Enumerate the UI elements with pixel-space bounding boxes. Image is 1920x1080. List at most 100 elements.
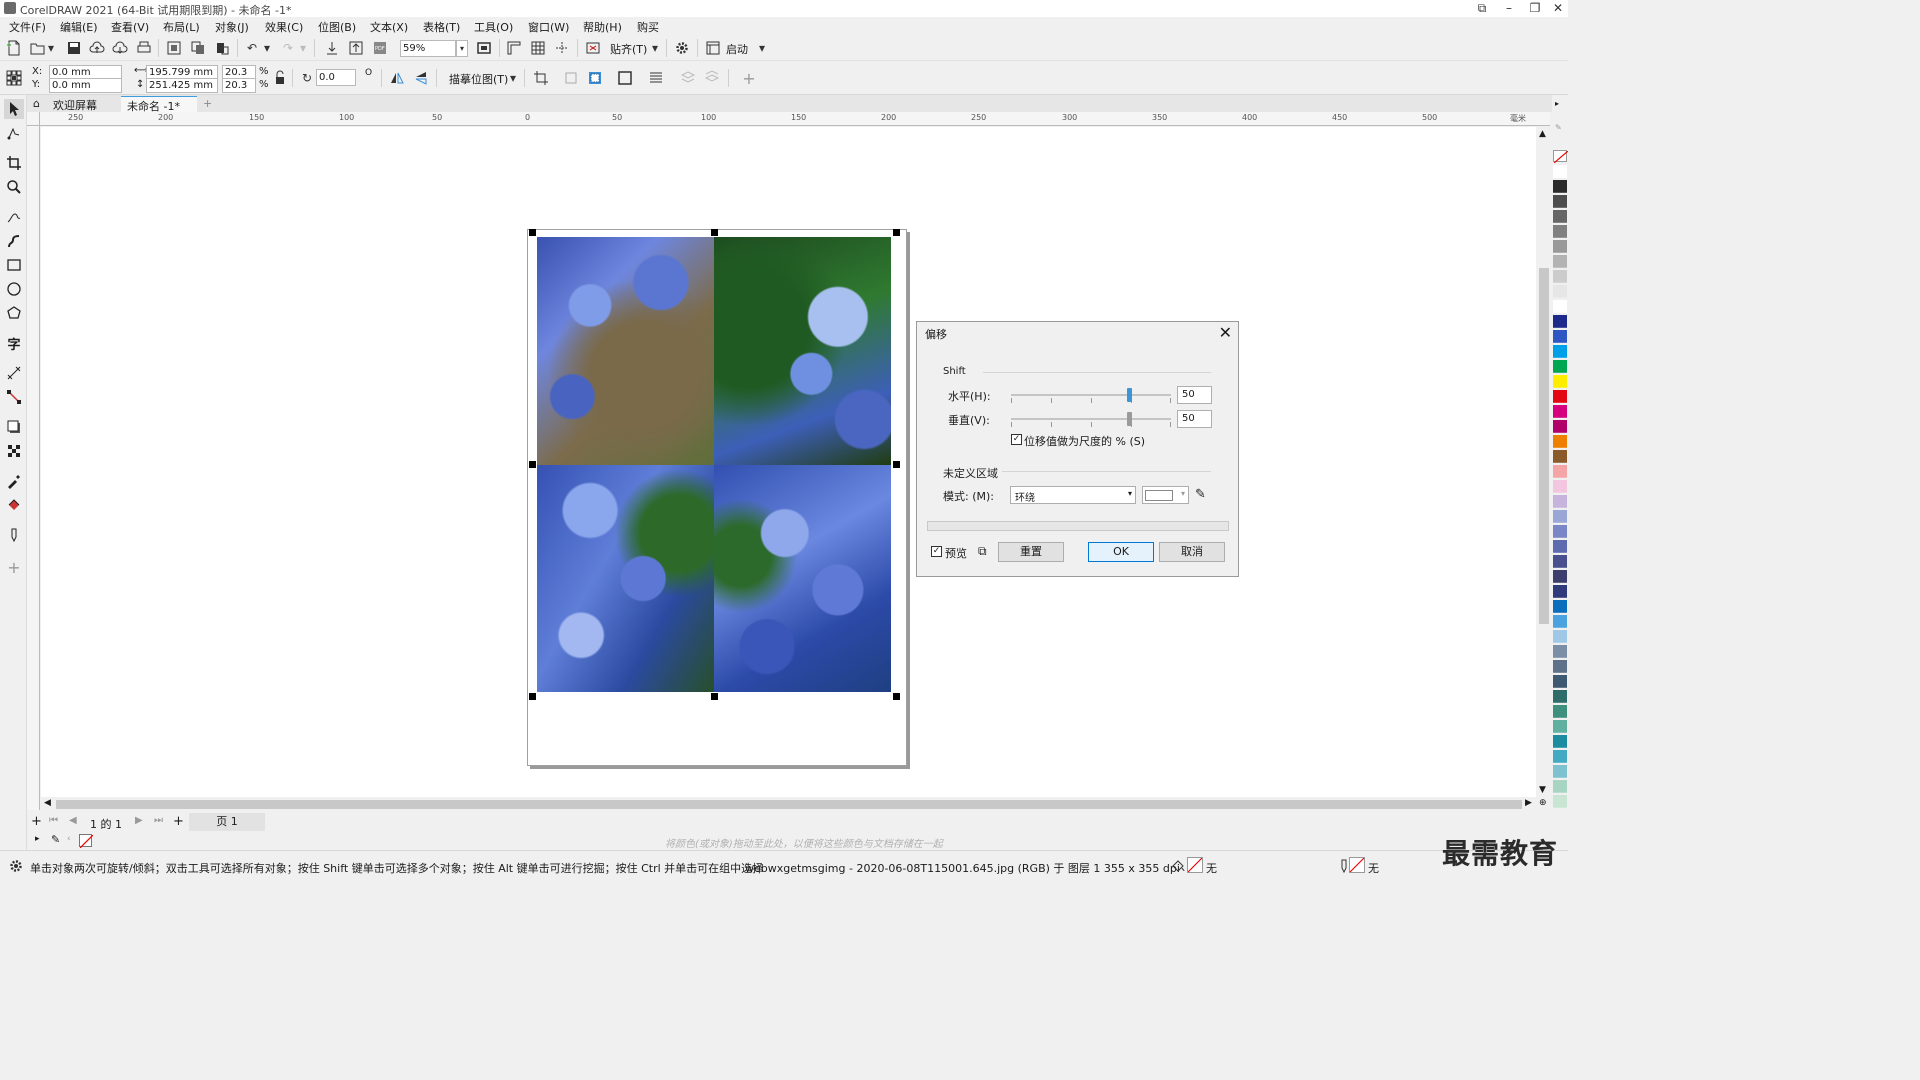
y-position-input[interactable]: 0.0 mm <box>49 78 122 93</box>
previous-page-icon[interactable]: ◀ <box>69 815 77 826</box>
palette-swatch[interactable] <box>1553 765 1567 778</box>
publish-pdf-icon[interactable]: PDF <box>370 38 390 58</box>
doc-palette-expand-icon[interactable]: ▸ <box>35 834 40 844</box>
ellipse-tool-icon[interactable] <box>4 279 24 299</box>
home-icon[interactable]: ⌂ <box>27 96 46 112</box>
tab-welcome-screen[interactable]: 欢迎屏幕 <box>47 96 103 112</box>
scroll-down-icon[interactable]: ▼ <box>1539 785 1546 795</box>
new-document-icon[interactable] <box>4 38 24 58</box>
artistic-media-icon[interactable] <box>4 231 24 251</box>
to-front-icon[interactable] <box>678 68 698 88</box>
text-tool-icon[interactable]: 字 <box>4 333 24 353</box>
palette-swatch[interactable] <box>1553 225 1567 238</box>
rotation-angle-input[interactable]: 0.0 <box>316 69 356 86</box>
vertical-slider-thumb[interactable] <box>1127 412 1132 426</box>
menu-window[interactable]: 窗口(W) <box>528 19 569 35</box>
hydrangea-bitmap[interactable] <box>537 237 891 692</box>
tab-untitled-document[interactable]: 未命名 -1* <box>121 96 197 113</box>
palette-swatch[interactable] <box>1553 795 1567 808</box>
palette-swatch[interactable] <box>1553 345 1567 358</box>
rectangle-tool-icon[interactable] <box>4 255 24 275</box>
to-back-icon[interactable] <box>702 68 722 88</box>
freehand-tool-icon[interactable] <box>4 207 24 227</box>
scroll-up-icon[interactable]: ▲ <box>1539 129 1546 139</box>
palette-swatch[interactable] <box>1553 780 1567 793</box>
copy-icon[interactable] <box>188 38 208 58</box>
ok-button[interactable]: OK <box>1088 542 1154 562</box>
height-input[interactable]: 251.425 mm <box>146 78 218 93</box>
fill-bucket-icon[interactable] <box>1170 858 1186 877</box>
smart-fill-icon[interactable] <box>4 525 24 545</box>
vertical-slider[interactable] <box>1011 418 1171 420</box>
add-page-after-icon[interactable]: + <box>173 814 184 829</box>
doc-palette-back-icon[interactable]: ‹ <box>67 834 71 844</box>
scale-y-input[interactable]: 20.3 <box>222 78 256 93</box>
reset-button[interactable]: 重置 <box>998 542 1064 562</box>
crop-tool-icon[interactable] <box>4 153 24 173</box>
palette-swatch[interactable] <box>1553 285 1567 298</box>
palette-swatch[interactable] <box>1553 735 1567 748</box>
help-icon[interactable]: ⧉ <box>1469 0 1495 17</box>
selection-handle-bottom[interactable] <box>711 693 718 700</box>
redo-icon[interactable]: ↷ <box>278 38 298 58</box>
status-settings-gear-icon[interactable] <box>8 858 24 877</box>
show-grid-icon[interactable] <box>528 38 548 58</box>
horizontal-slider[interactable] <box>1011 394 1171 396</box>
palette-swatch[interactable] <box>1553 420 1567 433</box>
selection-handle-top[interactable] <box>711 229 718 236</box>
palette-swatch[interactable] <box>1553 180 1567 193</box>
polygon-tool-icon[interactable] <box>4 303 24 323</box>
cancel-button[interactable]: 取消 <box>1159 542 1225 562</box>
menu-view[interactable]: 查看(V) <box>111 19 149 35</box>
palette-swatch[interactable] <box>1553 195 1567 208</box>
palette-swatch[interactable] <box>1553 555 1567 568</box>
popout-preview-icon[interactable]: ⧉ <box>978 544 987 559</box>
add-property-icon[interactable]: + <box>739 68 759 88</box>
palette-swatch[interactable] <box>1553 615 1567 628</box>
horizontal-scroll-thumb[interactable] <box>56 800 1522 809</box>
selection-handle-bottom-left[interactable] <box>529 693 536 700</box>
save-icon[interactable] <box>64 38 84 58</box>
add-tool-icon[interactable]: + <box>4 557 24 577</box>
palette-edit-icon[interactable]: ✎ <box>1555 123 1562 132</box>
trace-dropdown-icon[interactable]: ▾ <box>508 68 518 88</box>
palette-swatch[interactable] <box>1553 600 1567 613</box>
palette-swatch[interactable] <box>1553 300 1567 313</box>
mirror-horizontal-icon[interactable] <box>387 68 407 88</box>
print-icon[interactable] <box>134 38 154 58</box>
selection-handle-top-right[interactable] <box>893 229 900 236</box>
add-page-before-icon[interactable]: + <box>31 814 42 829</box>
selection-handle-top-left[interactable] <box>529 229 536 236</box>
first-page-icon[interactable]: ⏮ <box>49 815 58 826</box>
scroll-right-icon[interactable]: ▶ <box>1525 798 1532 808</box>
interactive-fill-icon[interactable] <box>4 495 24 515</box>
menu-bitmaps[interactable]: 位图(B) <box>318 19 356 35</box>
menu-edit[interactable]: 编辑(E) <box>60 19 98 35</box>
percent-checkbox[interactable]: ✓ <box>1011 434 1022 445</box>
menu-file[interactable]: 文件(F) <box>9 19 46 35</box>
menu-layout[interactable]: 布局(L) <box>163 19 200 35</box>
zoom-tool-icon[interactable] <box>4 177 24 197</box>
menu-buy[interactable]: 购买 <box>637 19 659 35</box>
transparency-tool-icon[interactable] <box>4 441 24 461</box>
outline-color-swatch[interactable] <box>1349 857 1365 873</box>
scroll-left-icon[interactable]: ◀ <box>44 798 51 808</box>
rotate-icon[interactable]: ↻ <box>297 68 317 88</box>
palette-swatch[interactable] <box>1553 435 1567 448</box>
palette-swatch[interactable] <box>1553 540 1567 553</box>
menu-tools[interactable]: 工具(O) <box>474 19 513 35</box>
edit-bitmap-icon[interactable] <box>585 68 605 88</box>
palette-swatch[interactable] <box>1553 210 1567 223</box>
doc-palette-none-swatch[interactable] <box>79 834 94 849</box>
menu-effects[interactable]: 效果(C) <box>265 19 303 35</box>
page-tab-1[interactable]: 页 1 <box>189 813 265 831</box>
horizontal-value-input[interactable]: 50 <box>1177 386 1212 404</box>
palette-swatch[interactable] <box>1553 675 1567 688</box>
lock-ratio-icon[interactable] <box>270 68 290 88</box>
selection-handle-bottom-right[interactable] <box>893 693 900 700</box>
wrap-text-icon[interactable] <box>646 68 666 88</box>
palette-scroll-up-icon[interactable]: ▸ <box>1555 99 1559 108</box>
eyedropper-icon[interactable]: ✎ <box>1195 487 1206 502</box>
palette-swatch[interactable] <box>1553 645 1567 658</box>
undo-icon[interactable]: ↶ <box>242 38 262 58</box>
